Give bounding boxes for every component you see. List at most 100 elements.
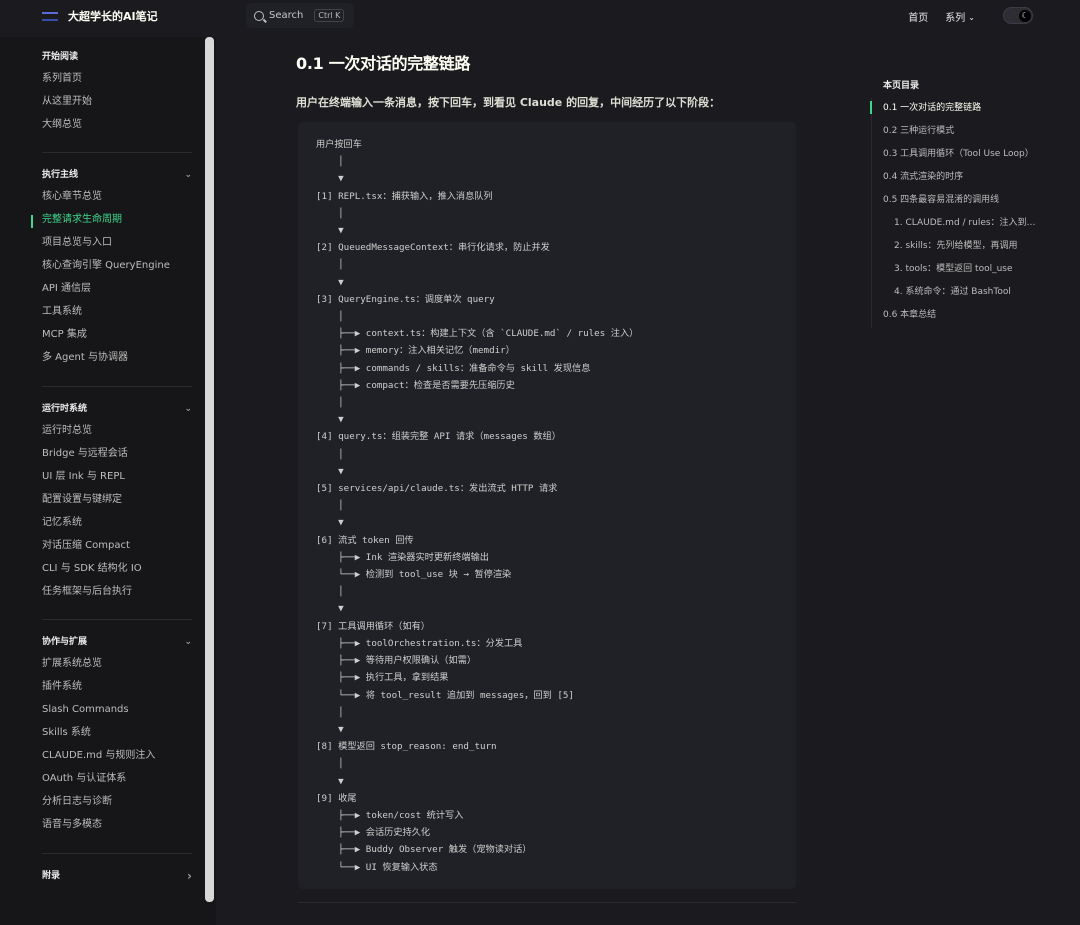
sidebar-item[interactable]: Bridge 与远程会话 [42, 442, 192, 465]
sidebar-item[interactable]: 大纲总览 [42, 113, 192, 136]
table-of-contents: 本页目录 0.1 一次对话的完整链路 0.2 三种运行模式 0.3 工具调用循环（T… [871, 78, 1041, 327]
sidebar-item[interactable]: 扩展系统总览 [42, 652, 192, 675]
code-line: 用户按回车 [316, 139, 362, 150]
sidebar-group-title[interactable]: 附录 › [42, 866, 192, 886]
sidebar-item[interactable]: MCP 集成 [42, 323, 192, 346]
code-line: ├──▶ compact：检查是否需要先压缩历史 [338, 379, 515, 391]
code-line: ├──▶ memory：注入相关记忆（memdir） [338, 345, 515, 357]
sidebar-item[interactable]: 完整请求生命周期 [42, 208, 192, 231]
code-line: ├──▶ context.ts：构建上下文（含 `CLAUDE.md` / ru… [338, 328, 639, 340]
sidebar-item[interactable]: 从这里开始 [42, 90, 192, 113]
toc-item[interactable]: 0.4 流式渲染的时序 [871, 166, 1041, 189]
code-line: │ [338, 156, 344, 168]
code-line: ▼ [338, 517, 344, 529]
sidebar-divider [42, 853, 192, 854]
sidebar-group-label: 运行时系统 [42, 404, 88, 414]
sidebar-item[interactable]: 分析日志与诊断 [42, 790, 192, 813]
sidebar-item[interactable]: 运行时总览 [42, 419, 192, 442]
code-line: ▼ [338, 723, 344, 735]
sidebar-group-label: 协作与扩展 [42, 637, 88, 647]
toc-item[interactable]: 0.3 工具调用循环（Tool Use Loop） [871, 143, 1041, 166]
code-line: │ [338, 397, 344, 409]
sidebar-divider [42, 619, 192, 620]
sidebar-item[interactable]: Skills 系统 [42, 721, 192, 744]
code-line: [4] query.ts：组装完整 API 请求（messages 数组） [316, 431, 561, 443]
chevron-right-icon[interactable]: › [187, 866, 192, 886]
chevron-down-icon[interactable]: ⌄ [184, 632, 192, 652]
sidebar-group-title[interactable]: 协作与扩展 ⌄ [42, 632, 192, 652]
toc-item[interactable]: 0.1 一次对话的完整链路 [871, 97, 1041, 120]
code-line: [1] REPL.tsx：捕获输入，推入消息队列 [316, 190, 493, 202]
code-line: │ [338, 586, 344, 598]
sidebar-item[interactable]: 任务框架与后台执行 [42, 580, 192, 603]
sidebar-item[interactable]: UI 层 Ink 与 REPL [42, 465, 192, 488]
code-line: │ [338, 706, 344, 718]
sidebar-item[interactable]: 多 Agent 与协调器 [42, 346, 192, 369]
search-shortcut: Ctrl K [314, 9, 345, 22]
code-line: │ [338, 259, 344, 271]
sidebar-divider [42, 386, 192, 387]
sidebar-item[interactable]: 项目总览与入口 [42, 231, 192, 254]
nav-series[interactable]: 系列 ⌄ [945, 9, 975, 24]
toc-item[interactable]: 1. CLAUDE.md / rules：注入到上下文 [871, 212, 1041, 235]
sidebar-item[interactable]: Slash Commands [42, 698, 192, 721]
code-line: ▼ [338, 465, 344, 477]
sidebar-divider [42, 152, 192, 153]
code-line: ▼ [338, 603, 344, 615]
sidebar-item[interactable]: 插件系统 [42, 675, 192, 698]
toc-item[interactable]: 4. 系统命令：通过 BashTool [871, 281, 1041, 304]
sidebar-group-title[interactable]: 运行时系统 ⌄ [42, 399, 192, 419]
sidebar-group: 协作与扩展 ⌄ 扩展系统总览 插件系统 Slash Commands Skills 系统 C… [42, 632, 192, 836]
toc-item[interactable]: 2. skills：先列给模型，再调用 [871, 235, 1041, 258]
sidebar-item[interactable]: API 通信层 [42, 277, 192, 300]
sidebar-item[interactable]: 配置设置与键绑定 [42, 488, 192, 511]
sidebar-group-label: 开始阅读 [42, 52, 79, 62]
moon-icon: ☾ [1019, 10, 1031, 22]
sidebar-item[interactable]: CLI 与 SDK 结构化 IO [42, 557, 192, 580]
site-logo[interactable]: 大超学长的AI笔记 [42, 8, 158, 24]
code-line: ▼ [338, 173, 344, 185]
toc-item[interactable]: 3. tools：模型返回 tool_use [871, 258, 1041, 281]
chevron-down-icon[interactable]: ⌄ [184, 165, 192, 185]
sidebar-group: 执行主线 ⌄ 核心章节总览 完整请求生命周期 项目总览与入口 核心查询引擎 QueryEn… [42, 165, 192, 369]
sidebar-item[interactable]: 核心查询引擎 QueryEngine [42, 254, 192, 277]
toc-item[interactable]: 0.2 三种运行模式 [871, 120, 1041, 143]
sidebar-item[interactable]: 语音与多模态 [42, 813, 192, 836]
chevron-down-icon: ⌄ [968, 13, 975, 22]
chevron-down-icon[interactable]: ⌄ [184, 399, 192, 419]
code-line: ▼ [338, 775, 344, 787]
code-line: │ [338, 758, 344, 770]
toc-item[interactable]: 0.5 四条最容易混淆的调用线 [871, 189, 1041, 212]
sidebar-item[interactable]: 工具系统 [42, 300, 192, 323]
sidebar-item[interactable]: OAuth 与认证体系 [42, 767, 192, 790]
code-line: └──▶ UI 恢复输入状态 [316, 861, 438, 873]
sidebar-item[interactable]: 对话压缩 Compact [42, 534, 192, 557]
page-heading: 0.1 一次对话的完整链路 [296, 54, 471, 73]
sidebar-scrollbar[interactable] [205, 37, 214, 902]
code-line: [9] 收尾 [316, 792, 357, 804]
sidebar-item[interactable]: CLAUDE.md 与规则注入 [42, 744, 192, 767]
nav-series-label: 系列 [945, 13, 966, 24]
sidebar-group: 附录 › [42, 866, 192, 886]
search-button[interactable]: Search Ctrl K [246, 3, 354, 28]
code-line: ▼ [338, 276, 344, 288]
code-line: ├──▶ toolOrchestration.ts：分发工具 [338, 637, 523, 649]
sidebar-item[interactable]: 核心章节总览 [42, 185, 192, 208]
code-line: [7] 工具调用循环（如有） [316, 620, 430, 632]
toc-item[interactable]: 0.6 本章总结 [871, 304, 1041, 327]
top-bar: 大超学长的AI笔记 Search Ctrl K 首页 系列 ⌄ ☾ [0, 0, 1080, 32]
sidebar-group-title[interactable]: 执行主线 ⌄ [42, 165, 192, 185]
code-line: [8] 模型返回 stop_reason: end_turn [316, 741, 497, 753]
toc-title: 本页目录 [883, 81, 920, 91]
code-line: ├──▶ 会话历史持久化 [338, 827, 431, 839]
nav-home[interactable]: 首页 [908, 9, 928, 24]
code-block: 用户按回车 │ ▼ [1] REPL.tsx：捕获输入，推入消息队列 │ ▼ [… [298, 122, 796, 889]
sidebar-item[interactable]: 系列首页 [42, 67, 192, 90]
search-label: Search [269, 10, 304, 21]
logo-icon [42, 11, 58, 21]
theme-toggle[interactable]: ☾ [1003, 7, 1033, 24]
sidebar-active-indicator [31, 215, 33, 228]
site-title[interactable]: 大超学长的AI笔记 [68, 8, 158, 24]
sidebar-item[interactable]: 记忆系统 [42, 511, 192, 534]
code-line: │ [338, 207, 344, 219]
